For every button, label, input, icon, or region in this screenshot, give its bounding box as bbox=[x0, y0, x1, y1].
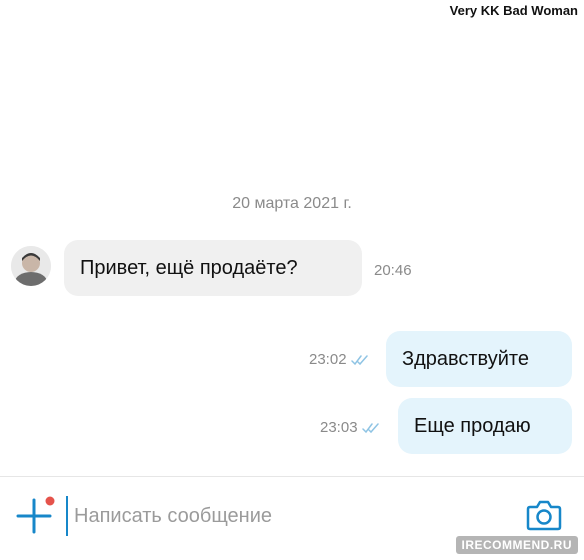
message-time: 23:02 bbox=[309, 351, 369, 368]
notification-dot bbox=[45, 496, 55, 506]
double-check-icon bbox=[361, 422, 380, 434]
double-check-icon bbox=[350, 354, 369, 366]
site-watermark: IRECOMMEND.RU bbox=[455, 536, 578, 554]
camera-icon bbox=[526, 500, 562, 531]
message-time: 23:03 bbox=[320, 419, 380, 436]
message-text: Еще продаю bbox=[414, 414, 531, 437]
message-bubble-outgoing[interactable]: Еще продаю bbox=[398, 398, 572, 454]
message-bubble-outgoing[interactable]: Здравствуйте bbox=[386, 331, 572, 387]
date-separator: 20 марта 2021 г. bbox=[232, 195, 352, 212]
camera-button[interactable] bbox=[526, 498, 562, 532]
avatar[interactable] bbox=[11, 246, 51, 286]
plus-icon bbox=[16, 496, 55, 534]
message-bubble-incoming[interactable]: Привет, ещё продаёте? bbox=[64, 240, 362, 296]
composer-divider bbox=[0, 476, 584, 477]
message-text: Здравствуйте bbox=[402, 347, 529, 370]
add-attachment-button[interactable] bbox=[16, 496, 56, 536]
message-time: 20:46 bbox=[374, 262, 412, 279]
message-input[interactable] bbox=[66, 496, 494, 536]
message-text: Привет, ещё продаёте? bbox=[80, 256, 298, 279]
chat-user-name: Very KK Bad Woman bbox=[449, 3, 578, 18]
